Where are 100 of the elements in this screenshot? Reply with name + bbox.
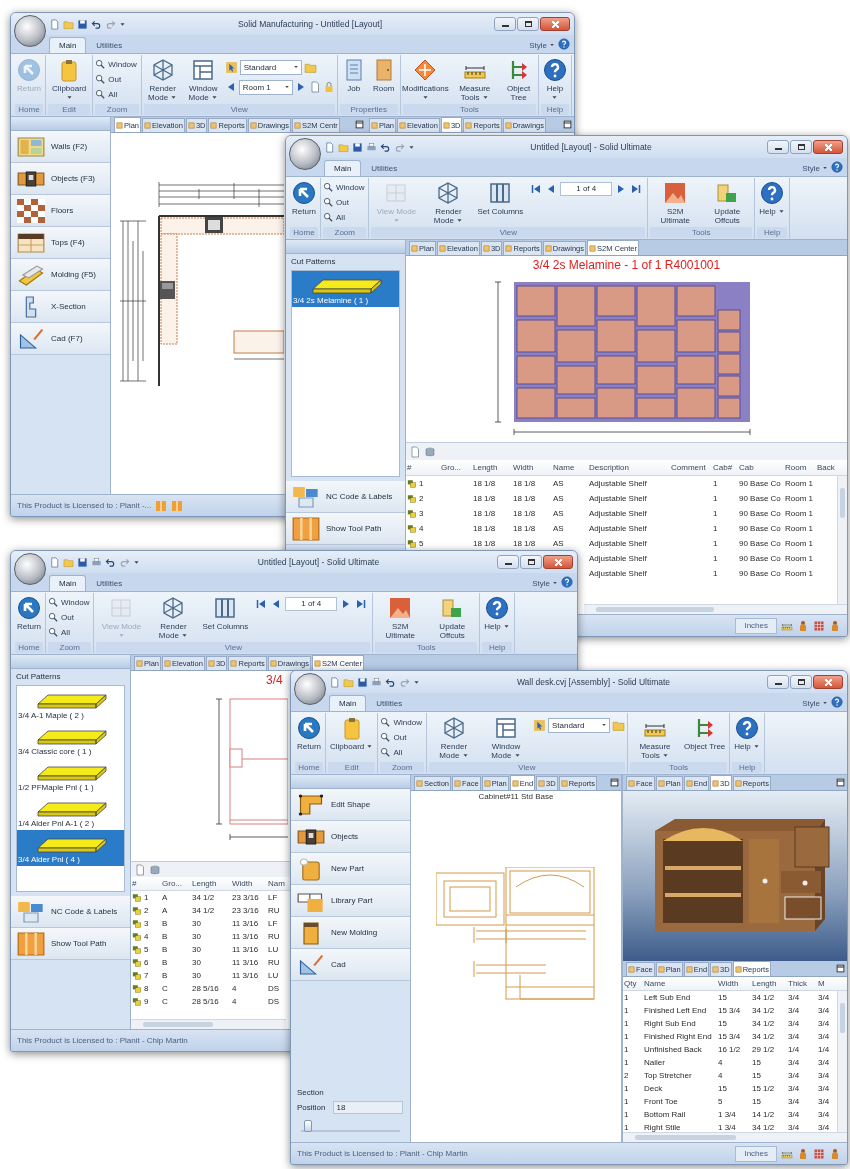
ribbon-button[interactable]: Set Columns	[200, 595, 251, 632]
close-button[interactable]	[543, 555, 573, 569]
ribbon-tab[interactable]: Utilities	[86, 37, 133, 53]
page-icon[interactable]	[134, 863, 146, 876]
tool-button[interactable]: NC Code & Labels	[11, 896, 130, 928]
undo-icon[interactable]	[380, 141, 391, 153]
slider[interactable]	[301, 1120, 400, 1132]
tool-button[interactable]: New Part	[291, 853, 410, 885]
save-icon[interactable]	[357, 676, 368, 688]
first-page-icon[interactable]	[255, 598, 268, 610]
last-page-icon[interactable]	[355, 598, 368, 610]
dropdown-field[interactable]: Standard	[547, 717, 610, 733]
grid-icon[interactable]	[813, 1147, 825, 1160]
maximize-button[interactable]	[520, 555, 542, 569]
ribbon-button[interactable]: Out	[323, 195, 367, 209]
cut-pattern-item[interactable]: 3/4 Classic core ( 1 )	[17, 722, 124, 758]
ribbon-button[interactable]: Window	[323, 180, 367, 194]
tool-button[interactable]: Show Tool Path	[286, 513, 405, 545]
slider-thumb[interactable]	[303, 1120, 312, 1132]
first-page-icon[interactable]	[530, 183, 543, 195]
help-icon[interactable]	[561, 576, 573, 588]
tool-button[interactable]: Floors	[11, 195, 110, 227]
minimize-button[interactable]	[497, 555, 519, 569]
ribbon-button[interactable]: Return	[295, 715, 323, 752]
close-button[interactable]	[813, 140, 843, 154]
ribbon-button[interactable]: Clipboard	[328, 715, 376, 752]
ribbon-button[interactable]: Room	[369, 57, 398, 94]
maximize-icon[interactable]	[836, 778, 845, 787]
ribbon-button[interactable]: Set Columns	[475, 180, 526, 217]
figure-icon[interactable]	[797, 1147, 809, 1160]
tool-button[interactable]: Library Part	[291, 885, 410, 917]
ribbon-button[interactable]: Update Offcuts	[702, 180, 753, 226]
ribbon-tab[interactable]: Main	[324, 160, 362, 176]
ribbon-button[interactable]: Out	[380, 730, 424, 744]
page-field[interactable]: 1 of 4	[560, 182, 613, 196]
cut-pattern-item[interactable]: 3/4 Alder Pnl ( 4 )	[17, 830, 124, 866]
units-label[interactable]: Inches	[735, 1145, 777, 1162]
ribbon-tab[interactable]: Utilities	[366, 695, 413, 711]
scrollbar[interactable]	[837, 991, 847, 1132]
ribbon-button[interactable]: Object Tree	[681, 715, 728, 752]
cut-pattern-item[interactable]: 3/4 2s Melamine ( 1 )	[292, 271, 399, 307]
maximize-icon[interactable]	[836, 964, 845, 973]
minimize-button[interactable]	[767, 675, 789, 689]
ribbon-button[interactable]: All	[323, 210, 367, 224]
caret-icon[interactable]	[133, 558, 140, 566]
cursor-icon[interactable]	[532, 718, 546, 732]
style-menu[interactable]: Style	[532, 575, 558, 591]
cut-pattern-item[interactable]: 3/4 A-1 Maple ( 2 )	[17, 686, 124, 722]
tool-button[interactable]: NC Code & Labels	[286, 481, 405, 513]
scrollbar[interactable]	[623, 1132, 847, 1142]
ribbon-button[interactable]: Window Mode	[480, 715, 531, 761]
close-button[interactable]	[540, 17, 570, 31]
scrollbar[interactable]	[584, 604, 847, 614]
ribbon-button[interactable]: All	[48, 625, 92, 639]
scrollbar[interactable]	[131, 1019, 286, 1029]
help-icon[interactable]	[831, 161, 843, 173]
ribbon-button[interactable]: Window	[380, 715, 424, 729]
tool-button[interactable]: Cad (F7)	[11, 323, 110, 355]
ribbon-button[interactable]: Help	[757, 180, 787, 217]
ribbon-button[interactable]: Update Offcuts	[427, 595, 478, 641]
undo-icon[interactable]	[385, 676, 396, 688]
ribbon-tab[interactable]: Main	[49, 575, 87, 591]
tool-button[interactable]: New Molding	[291, 917, 410, 949]
database-icon[interactable]	[149, 863, 161, 876]
ribbon-button[interactable]: S2M Ultimate	[375, 595, 426, 641]
maximize-button[interactable]	[790, 140, 812, 154]
tool-button[interactable]: Objects (F3)	[11, 163, 110, 195]
ribbon-button[interactable]: Return	[15, 595, 43, 632]
units-label[interactable]: Inches	[735, 617, 777, 634]
new-page-icon[interactable]	[49, 556, 60, 568]
ribbon-button[interactable]: Return	[290, 180, 318, 217]
ribbon-button[interactable]: Render Mode	[143, 57, 182, 103]
style-menu[interactable]: Style	[529, 37, 555, 53]
ribbon-tab[interactable]: Main	[49, 37, 87, 53]
maximize-button[interactable]	[790, 675, 812, 689]
caret-icon[interactable]	[119, 20, 126, 28]
ribbon-button[interactable]: All	[380, 745, 424, 759]
new-page-icon[interactable]	[324, 141, 335, 153]
ribbon-button[interactable]: Help	[482, 595, 512, 632]
tool-button[interactable]: Molding (F5)	[11, 259, 110, 291]
scrollbar[interactable]	[837, 476, 847, 604]
page-icon[interactable]	[308, 81, 321, 93]
maximize-icon[interactable]	[610, 778, 619, 787]
ribbon-button[interactable]: Window Mode	[183, 57, 223, 103]
ribbon-button[interactable]: Render Mode	[423, 180, 474, 226]
last-page-icon[interactable]	[630, 183, 643, 195]
save-icon[interactable]	[77, 556, 88, 568]
ribbon-button[interactable]: Clipboard	[48, 57, 91, 103]
ribbon-button[interactable]: Object Tree	[501, 57, 536, 103]
cut-pattern-item[interactable]: 1/4 Alder Pnl A-1 ( 2 )	[17, 794, 124, 830]
page-icon[interactable]	[409, 445, 421, 458]
caret-icon[interactable]	[413, 678, 420, 686]
maximize-button[interactable]	[517, 17, 539, 31]
grid-icon[interactable]	[813, 619, 825, 632]
figure-icon[interactable]	[829, 619, 841, 632]
dropdown-field[interactable]: Standard	[239, 59, 302, 75]
cursor-icon[interactable]	[224, 60, 238, 74]
ribbon-button[interactable]: Job	[339, 57, 368, 94]
ribbon-button[interactable]: Out	[95, 72, 139, 86]
ribbon-button[interactable]: Modifications	[402, 57, 449, 103]
